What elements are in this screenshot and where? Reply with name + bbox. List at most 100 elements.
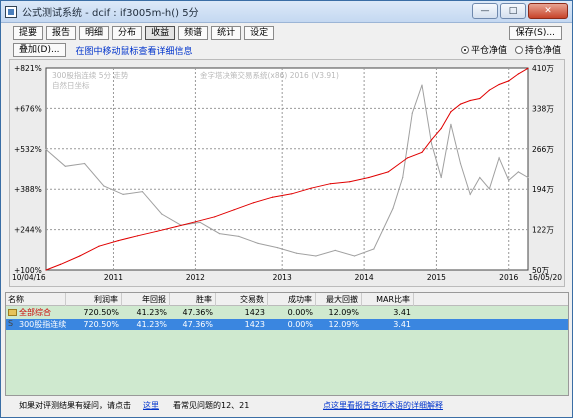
col-winrate[interactable]: 胜率 [170,293,216,306]
series-point [218,233,221,235]
chart-legend-system: 金字塔决策交易系统(x86) 2016 (V3.91) [200,70,339,80]
tab-returns[interactable]: 收益 [145,26,176,40]
x-tick-label: 10/04/16 [12,273,46,282]
series-point [392,207,394,209]
series-point [517,171,519,173]
series-point [238,235,240,237]
x-tick-label: 16/05/20 [528,273,562,282]
close-button[interactable]: ✕ [528,3,568,19]
faq-link[interactable]: 这里 [143,398,159,414]
series-point [79,255,81,257]
series-point [233,209,235,211]
equity-chart[interactable]: +100% 50万 +244% 122万 +388% 194万 +532% 266万 +676%… [9,59,565,287]
row-mar: 3.41 [393,320,411,329]
y-left-tick-label: +244% [14,226,42,235]
series-point [98,245,100,247]
symbol-icon: S [8,319,14,328]
chart-legend-series: 300股指连续 5分 走势 [52,70,129,80]
series-point [334,249,336,251]
series-point [315,255,317,257]
row-drawdown: 12.09% [328,320,359,329]
col-profit[interactable]: 利润率 [66,293,122,306]
radio-closed-equity-label: 平仓净值 [470,46,507,56]
table-header: 名称 利润率 年回报 胜率 交易数 成功率 最大回撤 MAR比率 [6,293,568,306]
series-point [137,235,139,237]
row-winrate: 47.36% [182,308,213,317]
series-point [517,73,519,75]
x-tick-label: 2013 [273,273,292,282]
tab-distribution[interactable]: 分布 [112,26,143,40]
minimize-button[interactable]: — [472,3,498,19]
tab-statistics[interactable]: 统计 [211,26,242,40]
row-name: 全部综合 [19,308,51,317]
maximize-button[interactable]: □ [500,3,526,19]
series-point [421,151,423,153]
chart-legend-axis: 自然日坐标 [52,80,90,90]
glossary-link[interactable]: 点这里看报告各项术语的详细解释 [323,398,443,414]
tab-settings[interactable]: 设定 [244,26,275,40]
radio-selected-icon [460,45,469,54]
series-point [421,84,423,86]
overlay-button[interactable]: 叠加(D)... [13,43,66,57]
series-point [310,187,312,189]
radio-open-equity-label: 持仓净值 [524,46,561,56]
series-point [406,157,409,159]
series-point [527,176,529,179]
series-point [387,171,389,173]
table-row[interactable]: 全部综合 720.50% 41.23% 47.36% 1423 0.00% 12… [6,307,568,318]
series-point [527,67,529,69]
col-success[interactable]: 成功率 [268,293,316,306]
col-drawdown[interactable]: 最大回撤 [316,293,362,306]
series-point [59,263,62,265]
row-drawdown: 12.09% [328,308,359,317]
window-title: 公式测试系统 - dcif : if3005m-h() 5分 [22,8,199,19]
series-point [498,157,500,159]
y-left-tick-label: +388% [14,185,42,194]
col-annual[interactable]: 年回报 [122,293,170,306]
series-point [161,213,163,215]
row-profit: 720.50% [83,308,119,317]
x-tick-label: 2015 [427,273,446,282]
series-point [450,123,452,125]
radio-unselected-icon [514,45,523,54]
series-point [252,202,254,204]
tab-details[interactable]: 明细 [79,26,110,40]
x-tick-label: 2016 [499,273,518,282]
tab-report[interactable]: 报告 [46,26,77,40]
row-winrate: 47.36% [182,320,213,329]
radio-open-equity[interactable]: 持仓净值 [514,43,561,56]
window-controls: — □ ✕ [472,3,568,19]
row-success: 0.00% [287,308,313,317]
radio-closed-equity[interactable]: 平仓净值 [460,43,507,56]
row-trades: 1423 [244,308,265,317]
save-button[interactable]: 保存(S)... [508,26,562,40]
col-mar[interactable]: MAR比率 [362,293,414,306]
y-left-tick-label: +676% [14,104,42,113]
status-bar: 如果对评测结果有疑问，请点击 这里 看常见问题的12、21 点这里看报告各项术语… [5,398,569,414]
series-point [175,226,177,228]
folder-icon [8,309,17,316]
mouse-hint-text: 在图中移动鼠标查看详细信息 [75,46,193,57]
plot-area [45,67,529,271]
row-name: 300股指连续 [19,320,66,329]
tab-summary[interactable]: 提要 [13,26,44,40]
x-tick-label: 2011 [104,273,123,282]
table-row[interactable]: S 300股指连续 720.50% 41.23% 47.36% 1423 0.0… [6,319,568,330]
tab-spectrum[interactable]: 频谱 [178,26,209,40]
series-point [440,176,442,179]
title-bar: 公式测试系统 - dcif : if3005m-h() 5分 — □ ✕ [1,1,572,23]
y-right-tick-label: 122万 [532,226,554,235]
series-point [45,148,47,151]
col-trades[interactable]: 交易数 [216,293,268,306]
col-name[interactable]: 名称 [8,293,66,306]
series-point [199,221,201,223]
series-point [498,83,500,86]
equity-mode-radio-group: 平仓净值 持仓净值 [460,43,561,56]
series-point [368,176,370,179]
series-point [84,162,86,165]
series-point [214,216,216,218]
series-point [459,162,462,165]
series-point [508,80,510,82]
series-point [122,193,124,195]
status-text-1: 如果对评测结果有疑问，请点击 [19,401,131,410]
